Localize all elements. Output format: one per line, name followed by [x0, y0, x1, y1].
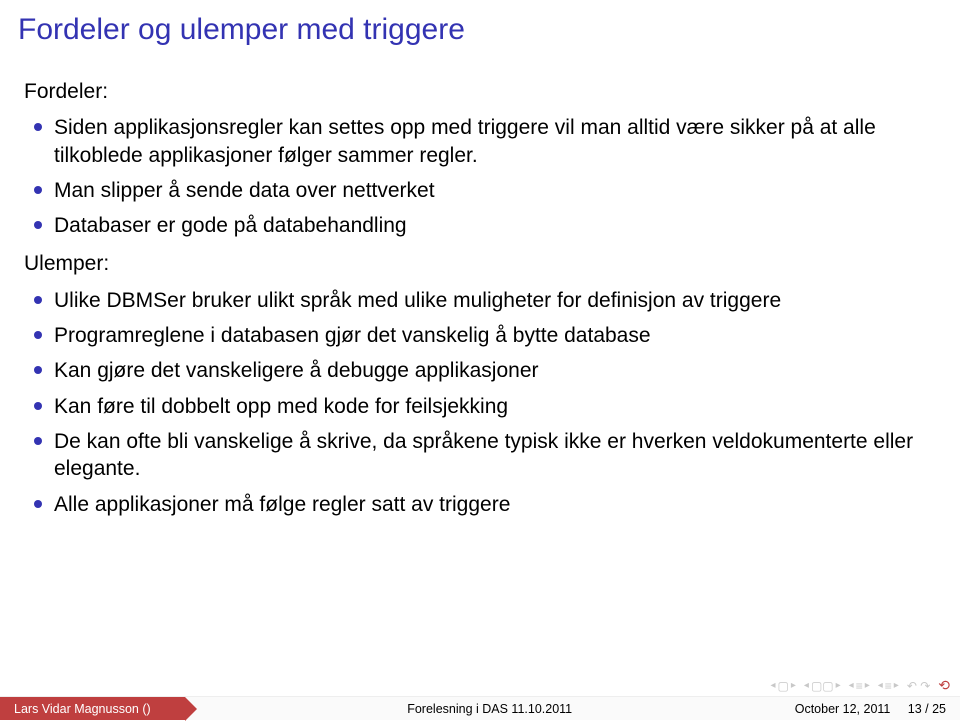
slide-footer: Lars Vidar Magnusson () Forelesning i DA… — [0, 696, 960, 720]
slide-title: Fordeler og ulemper med triggere — [0, 0, 960, 54]
list-item: Alle applikasjoner må følge regler satt … — [54, 488, 936, 523]
beamer-nav-symbols[interactable]: ◂▢▸ ◂▢▢▸ ◂≡▸ ◂≡▸ ↶ ↷ ⟲ — [771, 677, 951, 694]
footer-date: October 12, 2011 — [795, 702, 891, 716]
ulemper-label: Ulemper: — [24, 250, 936, 277]
nav-section-icon[interactable]: ◂≡▸ — [849, 679, 870, 693]
list-item: Kan føre til dobbelt opp med kode for fe… — [54, 390, 936, 425]
list-item: Ulike DBMSer bruker ulikt språk med ulik… — [54, 284, 936, 319]
list-item: Siden applikasjonsregler kan settes opp … — [54, 111, 936, 174]
nav-slide-icon[interactable]: ◂▢▸ — [771, 679, 796, 693]
fordeler-list: Siden applikasjonsregler kan settes opp … — [24, 111, 936, 244]
nav-subsection-icon[interactable]: ◂≡▸ — [878, 679, 899, 693]
nav-back-forward-icon[interactable]: ↶ ↷ — [907, 679, 930, 693]
ulemper-list: Ulike DBMSer bruker ulikt språk med ulik… — [24, 284, 936, 523]
nav-reload-icon[interactable]: ⟲ — [938, 677, 950, 694]
list-item: Man slipper å sende data over nettverket — [54, 174, 936, 209]
footer-date-page: October 12, 2011 13 / 25 — [795, 702, 960, 716]
fordeler-label: Fordeler: — [24, 78, 936, 105]
slide-content: Fordeler: Siden applikasjonsregler kan s… — [0, 54, 960, 523]
nav-frame-icon[interactable]: ◂▢▢▸ — [804, 679, 841, 693]
list-item: De kan ofte bli vanskelige å skrive, da … — [54, 425, 936, 488]
footer-author: Lars Vidar Magnusson () — [0, 697, 185, 720]
list-item: Programreglene i databasen gjør det vans… — [54, 319, 936, 354]
list-item: Databaser er gode på databehandling — [54, 209, 936, 244]
footer-lecture: Forelesning i DAS 11.10.2011 — [185, 702, 795, 716]
footer-page: 13 / 25 — [908, 702, 946, 716]
list-item: Kan gjøre det vanskeligere å debugge app… — [54, 354, 936, 389]
